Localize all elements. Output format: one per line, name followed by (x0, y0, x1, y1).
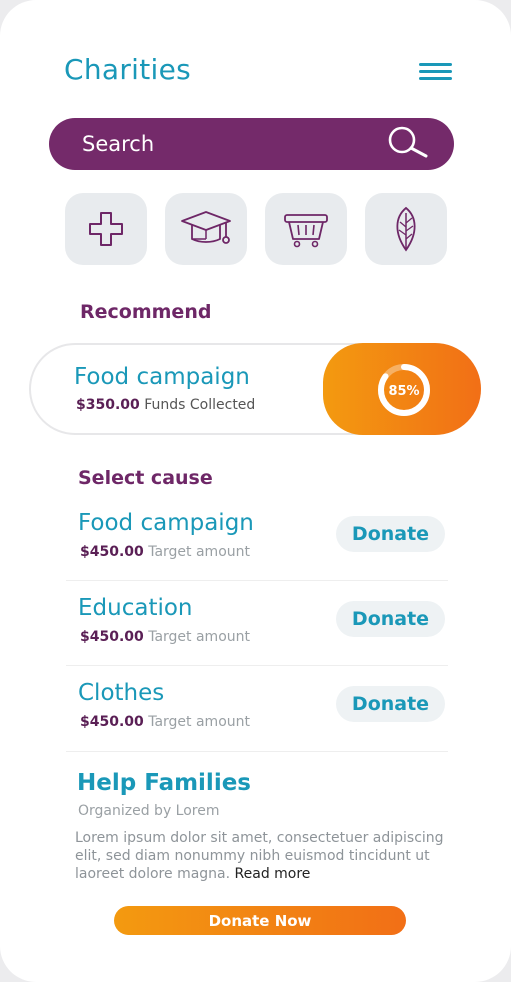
category-shopping-button[interactable] (265, 193, 347, 265)
donate-button-education[interactable]: Donate (336, 601, 445, 637)
category-health-button[interactable] (65, 193, 147, 265)
category-environment-button[interactable] (365, 193, 447, 265)
cause-amount: $450.00 (80, 544, 144, 560)
medical-cross-icon (89, 212, 123, 246)
progress-ring: 85% (378, 364, 430, 416)
recommend-card-title: Food campaign (74, 364, 250, 390)
funds-amount: $350.00 (76, 397, 140, 413)
search-icon[interactable] (385, 125, 429, 161)
cause-target: $450.00 Target amount (80, 629, 250, 645)
featured-organizer: Organized by Lorem (78, 803, 220, 819)
donate-now-button[interactable]: Donate Now (114, 906, 406, 935)
phone-screen: Charities Search Recommend Food campaign… (0, 0, 511, 982)
divider (66, 665, 448, 666)
featured-title: Help Families (77, 770, 251, 796)
divider (66, 580, 448, 581)
cause-name: Education (78, 595, 193, 621)
cause-amount-label: Target amount (148, 544, 250, 560)
cause-amount: $450.00 (80, 714, 144, 730)
cause-target: $450.00 Target amount (80, 714, 250, 730)
featured-description: Lorem ipsum dolor sit amet, consectetuer… (75, 829, 460, 883)
donate-button-clothes[interactable]: Donate (336, 686, 445, 722)
cause-amount-label: Target amount (148, 714, 250, 730)
search-input[interactable] (82, 130, 362, 158)
cause-name: Food campaign (78, 510, 254, 536)
read-more-link[interactable]: Read more (235, 866, 311, 882)
funds-label: Funds Collected (144, 397, 256, 413)
progress-percent-label: 85% (388, 384, 419, 399)
graduation-cap-icon (181, 211, 231, 244)
page-title: Charities (64, 53, 192, 86)
select-cause-heading: Select cause (78, 467, 213, 489)
hamburger-menu-icon[interactable] (419, 63, 452, 83)
cause-target: $450.00 Target amount (80, 544, 250, 560)
cause-amount: $450.00 (80, 629, 144, 645)
recommend-card-funds: $350.00 Funds Collected (76, 397, 255, 413)
leaf-icon (396, 206, 416, 252)
shopping-basket-icon (284, 214, 328, 248)
divider (66, 751, 448, 752)
recommend-heading: Recommend (80, 301, 212, 323)
category-education-button[interactable] (165, 193, 247, 265)
recommend-progress-panel: 85% (323, 343, 481, 435)
cause-amount-label: Target amount (148, 629, 250, 645)
donate-button-food[interactable]: Donate (336, 516, 445, 552)
cause-name: Clothes (78, 680, 165, 706)
